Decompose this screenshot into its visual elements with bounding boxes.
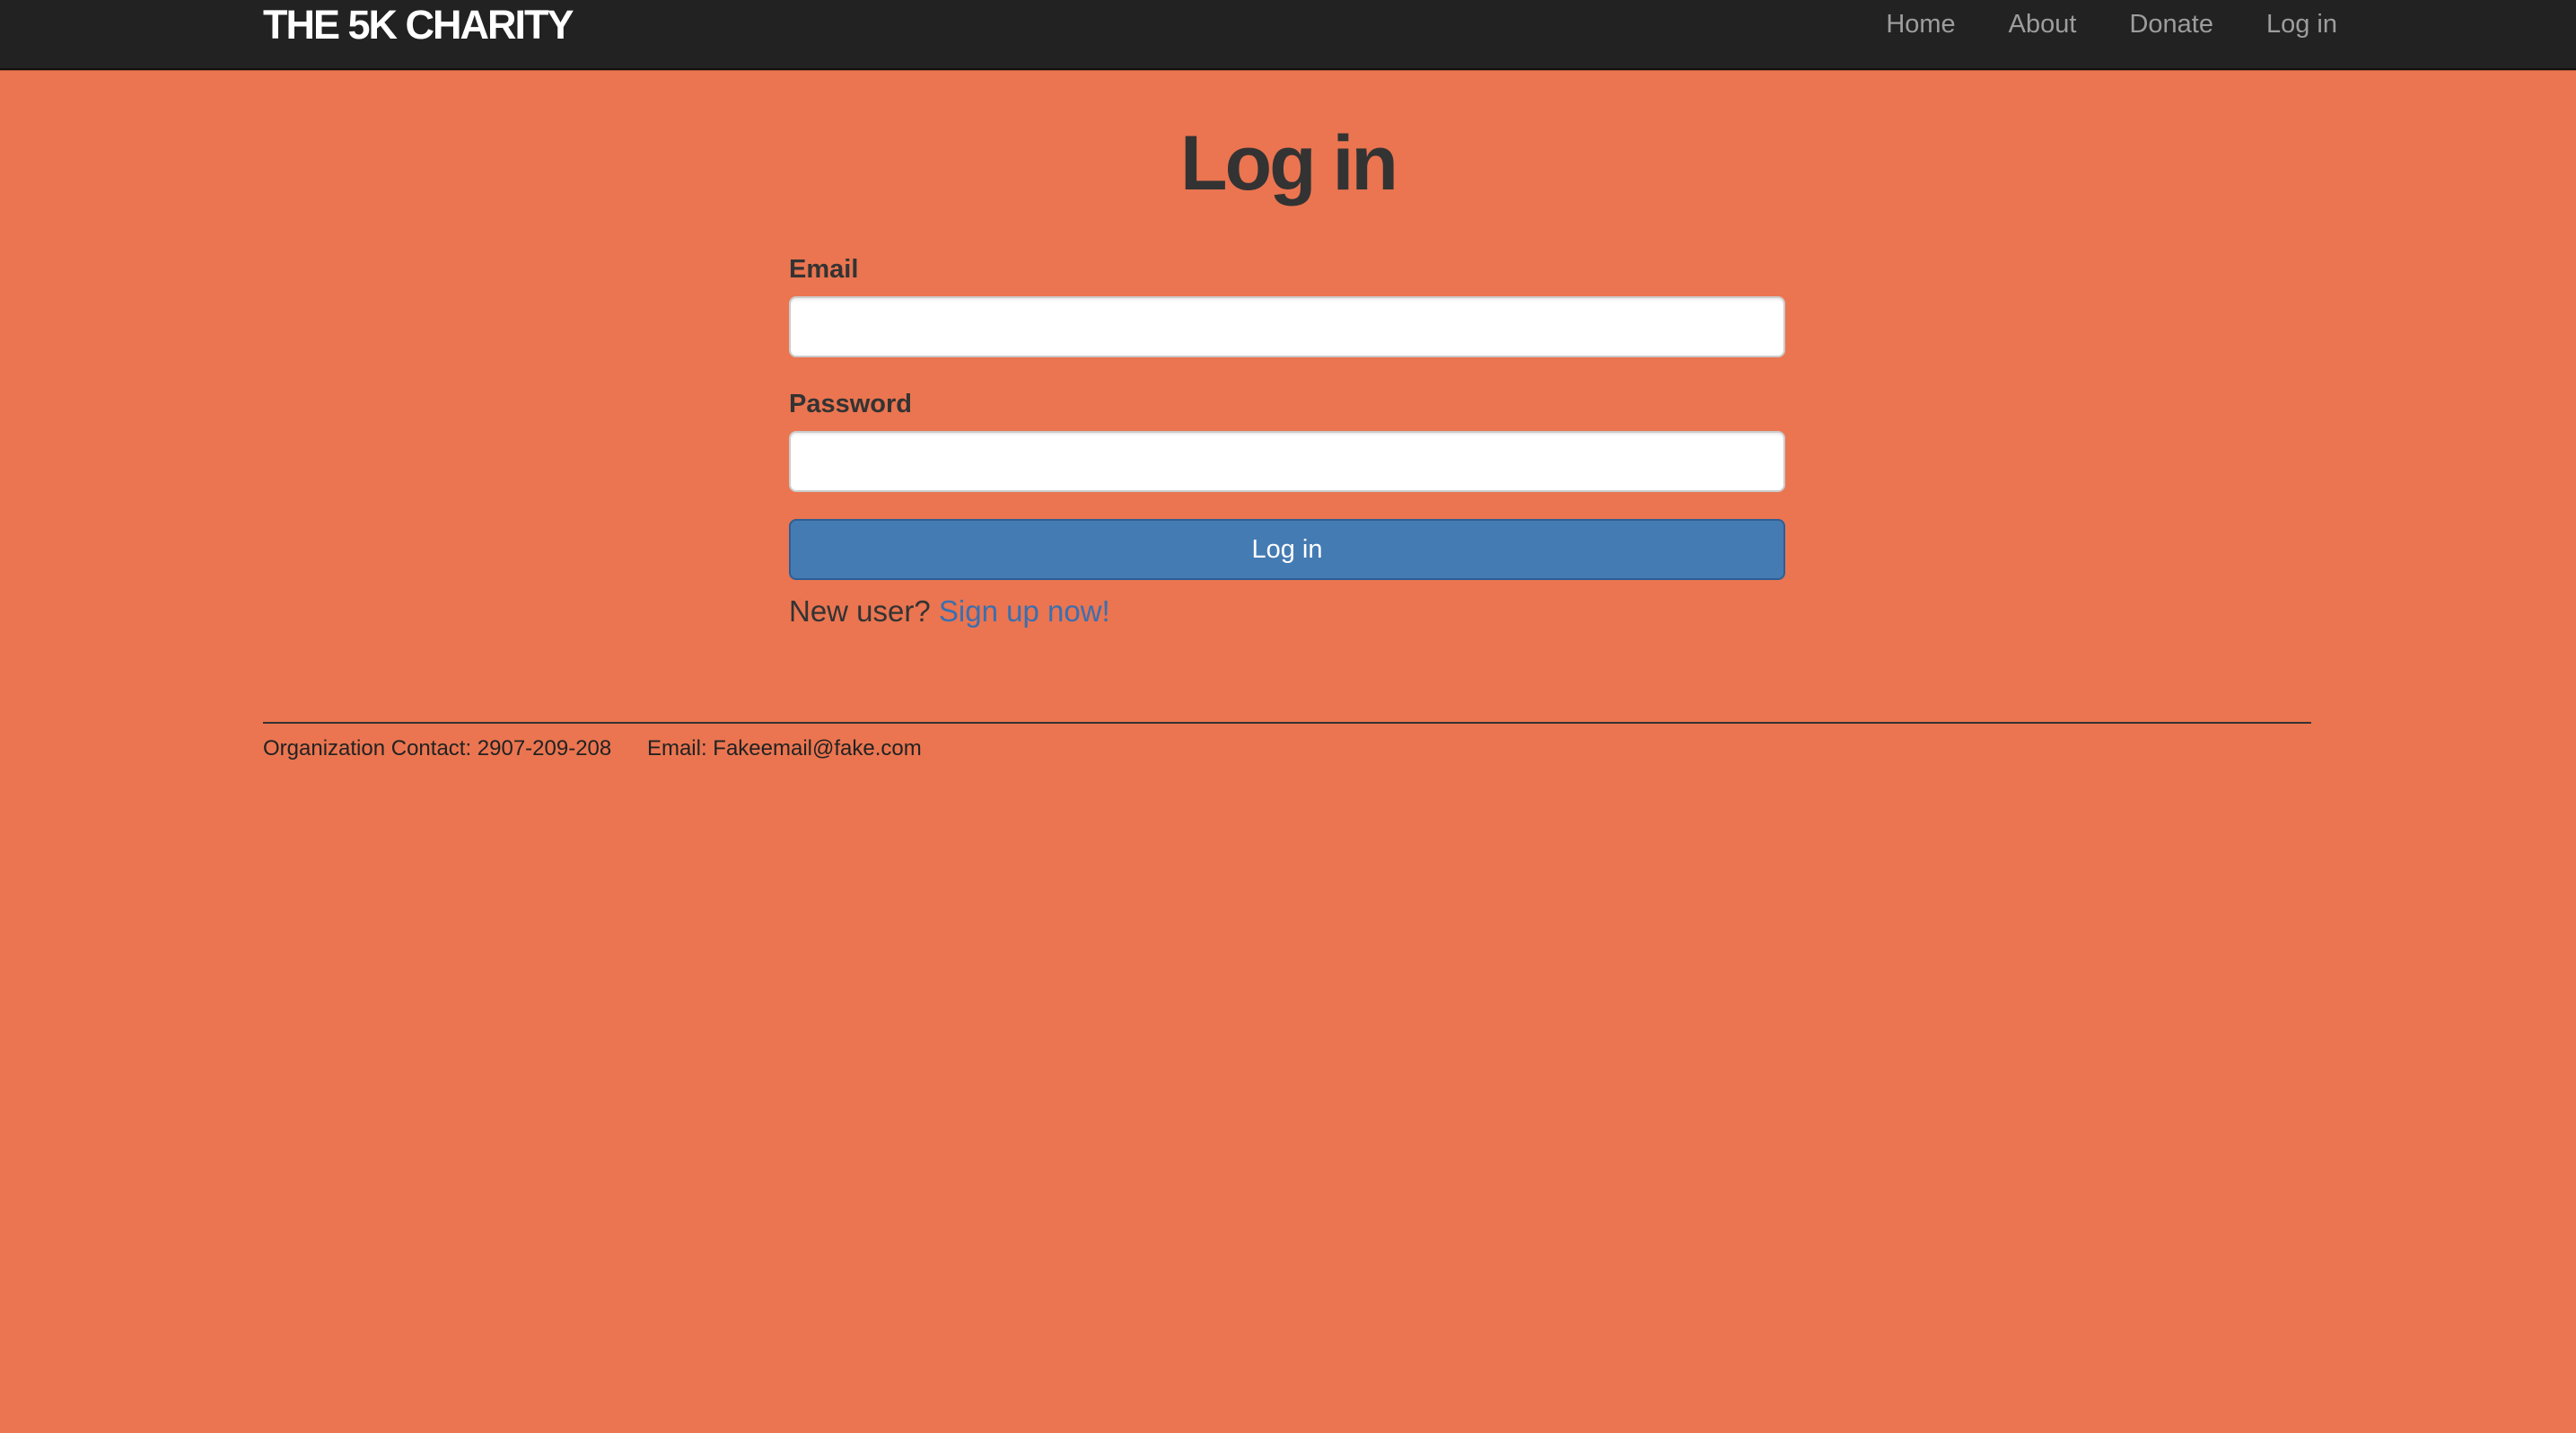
password-label: Password [789,390,912,418]
nav-links: Home About Donate Log in [1886,0,2337,48]
email-label: Email [789,255,859,284]
nav-link-about[interactable]: About [2009,0,2077,48]
signup-prompt-line: New user? Sign up now! [789,591,1785,632]
log-in-button[interactable]: Log in [789,519,1785,580]
top-navbar: THE 5K CHARITY Home About Donate Log in [0,0,2576,70]
email-input[interactable] [789,296,1785,357]
password-field-group: Password [789,384,1785,492]
nav-link-home[interactable]: Home [1886,0,1955,48]
footer-divider [263,722,2311,724]
brand-logo-link[interactable]: THE 5K CHARITY [263,0,574,50]
footer-contact: Organization Contact: 2907-209-208 [263,736,612,760]
password-input[interactable] [789,431,1785,492]
nav-link-donate[interactable]: Donate [2129,0,2213,48]
page-title: Log in [1180,120,1398,207]
email-field-group: Email [789,250,1785,357]
nav-link-log-in[interactable]: Log in [2266,0,2337,48]
footer: Organization Contact: 2907-209-208 Email… [263,733,922,765]
signup-prompt-text: New user? [789,594,931,628]
sign-up-link[interactable]: Sign up now! [939,594,1110,628]
footer-email: Email: Fakeemail@fake.com [646,736,922,760]
login-form: Email Password Log in New user? Sign up … [789,250,1785,632]
